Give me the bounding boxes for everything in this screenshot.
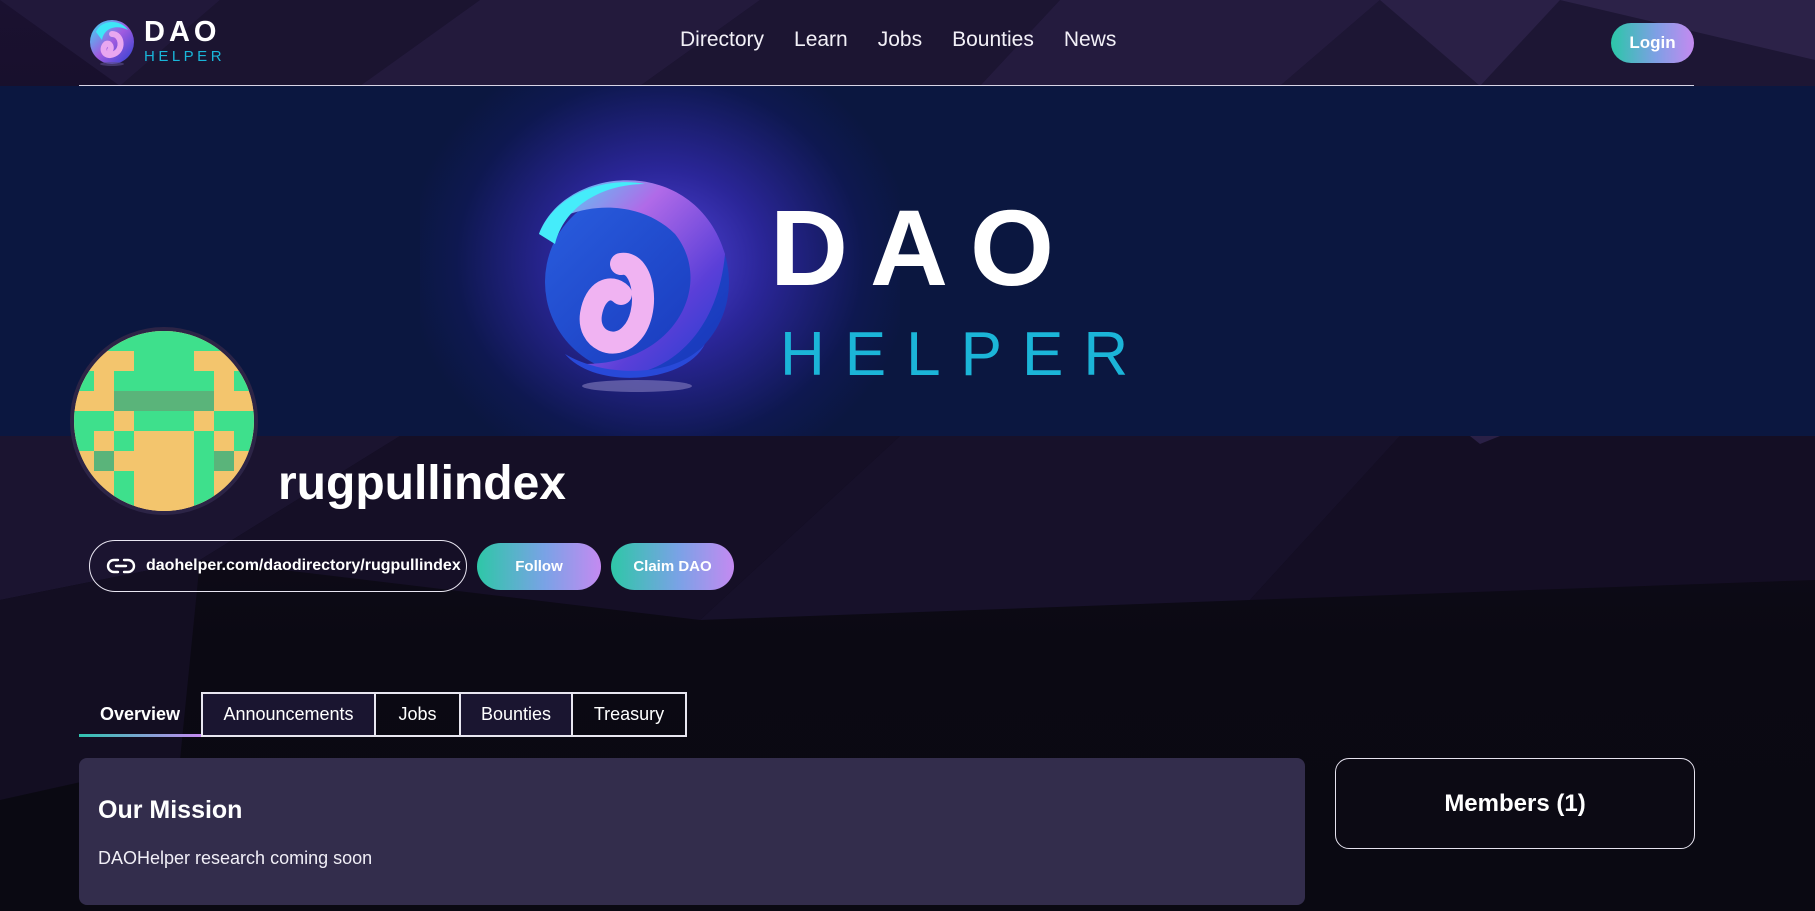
claim-dao-button[interactable]: Claim DAO — [611, 543, 734, 590]
login-button[interactable]: Login — [1611, 23, 1694, 63]
banner-sub: HELPER — [780, 320, 1149, 389]
logo-word: DAO — [144, 16, 221, 48]
nav-learn[interactable]: Learn — [794, 28, 848, 52]
site-header: DAO HELPER Directory Learn Jobs Bounties… — [0, 0, 1815, 87]
tab-overview[interactable]: Overview — [79, 692, 201, 737]
banner-logo-icon — [539, 180, 729, 392]
tab-jobs[interactable]: Jobs — [376, 692, 459, 737]
dao-helper-logo-icon — [90, 20, 134, 66]
nav-news[interactable]: News — [1064, 28, 1117, 52]
brand-logo[interactable]: DAO HELPER — [86, 12, 236, 70]
banner-word: DAO — [770, 187, 1076, 308]
tab-treasury[interactable]: Treasury — [573, 692, 687, 737]
follow-button[interactable]: Follow — [477, 543, 601, 590]
link-icon — [106, 558, 136, 574]
tab-announcements[interactable]: Announcements — [201, 692, 376, 737]
dao-tabs: Overview Announcements Jobs Bounties Tre… — [79, 692, 687, 737]
banner-wordmark: DAO HELPER — [770, 194, 1148, 386]
nav-directory[interactable]: Directory — [680, 28, 764, 52]
dao-url-text: daohelper.com/daodirectory/rugpullindex — [146, 557, 461, 574]
tab-bounties[interactable]: Bounties — [459, 692, 573, 737]
nav-jobs[interactable]: Jobs — [878, 28, 922, 52]
pixel-avatar-icon — [74, 331, 254, 511]
members-label: Members (1) — [1444, 789, 1586, 817]
mission-card: Our Mission DAOHelper research coming so… — [79, 758, 1305, 905]
page: DAO HELPER Directory Learn Jobs Bounties… — [0, 0, 1815, 911]
dao-url-link[interactable]: daohelper.com/daodirectory/rugpullindex — [89, 540, 467, 592]
dao-banner: DAO HELPER — [0, 86, 1815, 436]
nav-bounties[interactable]: Bounties — [952, 28, 1034, 52]
members-card[interactable]: Members (1) — [1335, 758, 1695, 849]
main-nav: Directory Learn Jobs Bounties News — [680, 28, 1146, 52]
mission-text: DAOHelper research coming soon — [98, 848, 373, 868]
mission-title: Our Mission — [98, 796, 243, 824]
dao-name-title: rugpullindex — [278, 457, 566, 510]
logo-sub: HELPER — [144, 48, 226, 65]
dao-avatar — [70, 327, 258, 515]
